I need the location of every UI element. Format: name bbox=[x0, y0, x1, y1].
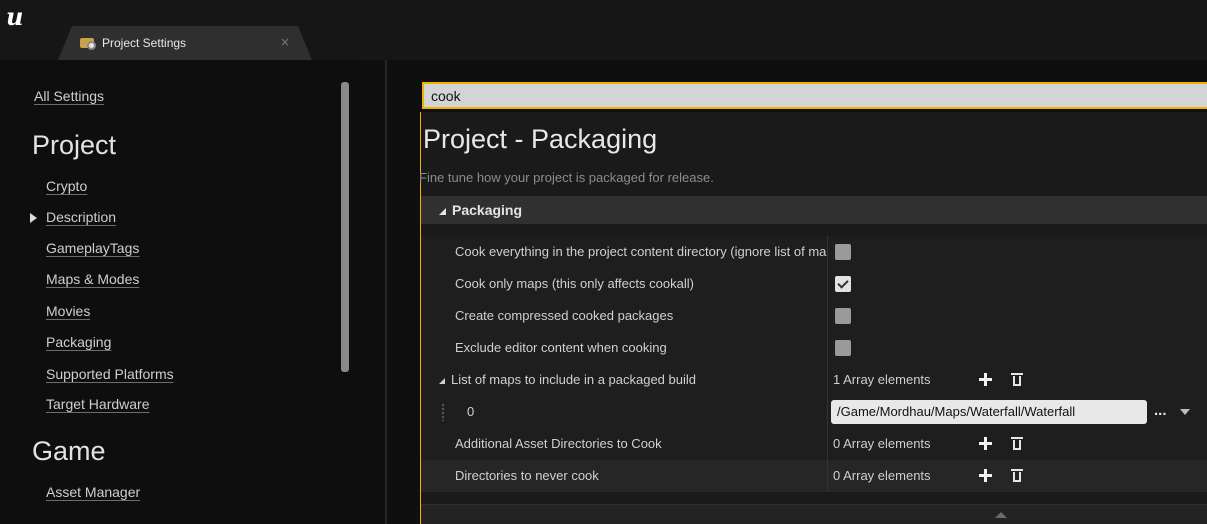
array-count: 0 Array elements bbox=[833, 468, 931, 483]
compressed-packages-checkbox[interactable] bbox=[835, 308, 851, 324]
column-splitter[interactable] bbox=[827, 364, 828, 396]
settings-search-input[interactable] bbox=[422, 82, 1207, 109]
property-name[interactable]: List of maps to include in a packaged bu… bbox=[439, 364, 811, 396]
sidebar-item-maps-modes[interactable]: Maps & Modes bbox=[46, 271, 139, 287]
category-label: Packaging bbox=[452, 202, 523, 218]
collapse-arrow-icon bbox=[439, 378, 445, 384]
drag-handle-icon[interactable] bbox=[441, 403, 445, 421]
plus-icon[interactable] bbox=[979, 373, 992, 386]
sidebar-item-description[interactable]: Description bbox=[46, 209, 116, 225]
property-row-cook-everything: Cook everything in the project content d… bbox=[421, 236, 1207, 268]
property-name: Directories to never cook bbox=[455, 468, 599, 483]
property-row-cook-only-maps: Cook only maps (this only affects cookal… bbox=[421, 268, 1207, 300]
sidebar-item-supported-platforms[interactable]: Supported Platforms bbox=[46, 366, 174, 382]
property-row-asset-directories: Additional Asset Directories to Cook 0 A… bbox=[421, 428, 1207, 460]
tab-project-settings[interactable]: Project Settings × bbox=[58, 26, 312, 60]
property-name: Exclude editor content when cooking bbox=[455, 340, 667, 355]
panel-divider[interactable] bbox=[385, 60, 387, 524]
settings-panel: Project - Packaging Fine tune how your p… bbox=[419, 112, 1207, 524]
sidebar-item-movies[interactable]: Movies bbox=[46, 303, 90, 319]
collapse-icon bbox=[995, 512, 1007, 518]
property-row-maps-list: List of maps to include in a packaged bu… bbox=[421, 364, 1207, 396]
cook-everything-checkbox[interactable] bbox=[835, 244, 851, 260]
page-subtitle: Fine tune how your project is packaged f… bbox=[419, 170, 714, 185]
sidebar-item-packaging[interactable]: Packaging bbox=[46, 334, 111, 350]
property-name: Create compressed cooked packages bbox=[455, 308, 674, 323]
sidebar-item-gameplaytags[interactable]: GameplayTags bbox=[46, 240, 139, 256]
sidebar-section-project: Project bbox=[32, 130, 117, 160]
browse-button[interactable]: ... bbox=[1154, 396, 1167, 426]
array-count: 1 Array elements bbox=[833, 372, 931, 387]
column-splitter[interactable] bbox=[827, 460, 828, 492]
project-settings-icon bbox=[80, 36, 96, 50]
array-element-row: 0 /Game/Mordhau/Maps/Waterfall/Waterfall… bbox=[421, 396, 1207, 428]
collapse-arrow-icon bbox=[439, 208, 446, 215]
property-row-never-cook: Directories to never cook 0 Array elemen… bbox=[421, 460, 1207, 492]
page-title: Project - Packaging bbox=[423, 124, 658, 154]
trash-icon[interactable] bbox=[1011, 468, 1023, 482]
property-row-exclude-editor-content: Exclude editor content when cooking bbox=[421, 332, 1207, 364]
plus-icon[interactable] bbox=[979, 437, 992, 450]
tab-bar: u Project Settings × bbox=[0, 0, 1207, 60]
unreal-logo-icon[interactable]: u bbox=[6, 2, 23, 31]
sidebar-item-crypto[interactable]: Crypto bbox=[46, 178, 87, 194]
trash-icon[interactable] bbox=[1011, 436, 1023, 450]
sidebar-item-all-settings[interactable]: All Settings bbox=[34, 88, 104, 104]
close-icon[interactable]: × bbox=[280, 35, 290, 49]
property-name: Cook only maps (this only affects cookal… bbox=[455, 276, 694, 291]
sidebar-item-asset-manager[interactable]: Asset Manager bbox=[46, 484, 140, 500]
category-header-packaging[interactable]: Packaging bbox=[421, 196, 1207, 224]
map-path-field[interactable]: /Game/Mordhau/Maps/Waterfall/Waterfall bbox=[831, 400, 1147, 424]
column-splitter[interactable] bbox=[827, 428, 828, 460]
sidebar-scrollbar[interactable] bbox=[341, 82, 349, 372]
tab-label: Project Settings bbox=[102, 36, 187, 50]
plus-icon[interactable] bbox=[979, 469, 992, 482]
sidebar-item-target-hardware[interactable]: Target Hardware bbox=[46, 396, 150, 412]
array-index: 0 bbox=[467, 404, 475, 419]
column-splitter[interactable] bbox=[827, 268, 828, 300]
column-splitter[interactable] bbox=[827, 396, 828, 428]
expand-arrow-icon[interactable] bbox=[30, 213, 37, 223]
advanced-toggle-bar[interactable] bbox=[421, 504, 1207, 524]
array-count: 0 Array elements bbox=[833, 436, 931, 451]
column-splitter[interactable] bbox=[827, 300, 828, 332]
settings-sidebar: All Settings Project Crypto Description … bbox=[0, 60, 362, 524]
chevron-down-icon[interactable] bbox=[1180, 409, 1190, 415]
property-name: Cook everything in the project content d… bbox=[455, 244, 827, 259]
property-row-compressed-packages: Create compressed cooked packages bbox=[421, 300, 1207, 332]
sidebar-section-game: Game bbox=[32, 436, 106, 466]
cook-only-maps-checkbox[interactable] bbox=[835, 276, 851, 292]
column-splitter[interactable] bbox=[827, 236, 828, 268]
exclude-editor-content-checkbox[interactable] bbox=[835, 340, 851, 356]
property-name: Additional Asset Directories to Cook bbox=[455, 436, 662, 451]
property-label: List of maps to include in a packaged bu… bbox=[451, 372, 696, 387]
trash-icon[interactable] bbox=[1011, 372, 1023, 386]
column-splitter[interactable] bbox=[827, 332, 828, 364]
